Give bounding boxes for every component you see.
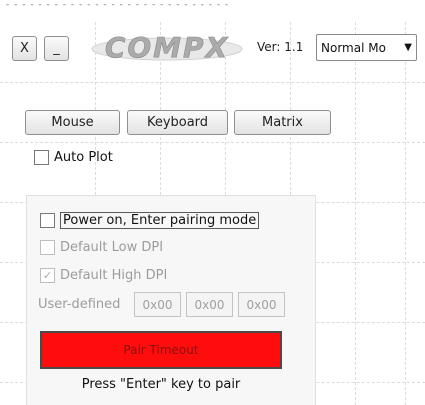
auto-plot-checkbox-box[interactable] [34,150,49,165]
mode-select-value: Normal Mo [321,40,386,55]
mouse-button[interactable]: Mouse [25,110,120,135]
matrix-button[interactable]: Matrix [234,110,331,135]
default-low-dpi-checkbox-box[interactable] [40,240,55,255]
compx-logo-graphic: COMPX [91,31,243,64]
keyboard-button[interactable]: Keyboard [127,110,228,135]
user-defined-field-3[interactable]: 0x00 [238,292,285,317]
default-high-dpi-checkbox[interactable]: ✓ Default High DPI [40,268,167,283]
cropped-header-text: - - - - - - - - - - - - - - - - - - - - … [6,0,230,10]
pairing-hint-text: Press "Enter" key to pair [81,377,241,392]
close-button[interactable]: X [12,36,37,61]
user-defined-label: User-defined [38,297,121,312]
default-low-dpi-label: Default Low DPI [60,240,164,255]
minimize-button[interactable]: _ [44,36,69,61]
chevron-down-icon: ▼ [404,42,412,53]
power-on-pairing-checkbox[interactable]: Power on, Enter pairing mode [40,212,260,229]
version-label: Ver: 1.1 [257,40,304,54]
default-high-dpi-label: Default High DPI [60,268,168,283]
logo-text: COMPX [105,31,229,64]
checkmark-icon: ✓ [42,269,53,282]
power-on-pairing-checkbox-box[interactable] [40,213,55,228]
pair-timeout-button[interactable]: Pair Timeout [40,331,282,369]
mode-select[interactable]: Normal Mo ▼ [316,34,417,61]
default-low-dpi-checkbox[interactable]: Default Low DPI [40,240,163,255]
default-high-dpi-checkbox-box[interactable]: ✓ [40,268,55,283]
power-on-pairing-label: Power on, Enter pairing mode [60,212,260,229]
auto-plot-checkbox[interactable]: Auto Plot [34,150,113,165]
user-defined-field-1[interactable]: 0x00 [134,292,181,317]
compx-logo: COMPX [88,26,246,68]
auto-plot-label: Auto Plot [54,150,113,165]
user-defined-field-2[interactable]: 0x00 [186,292,233,317]
